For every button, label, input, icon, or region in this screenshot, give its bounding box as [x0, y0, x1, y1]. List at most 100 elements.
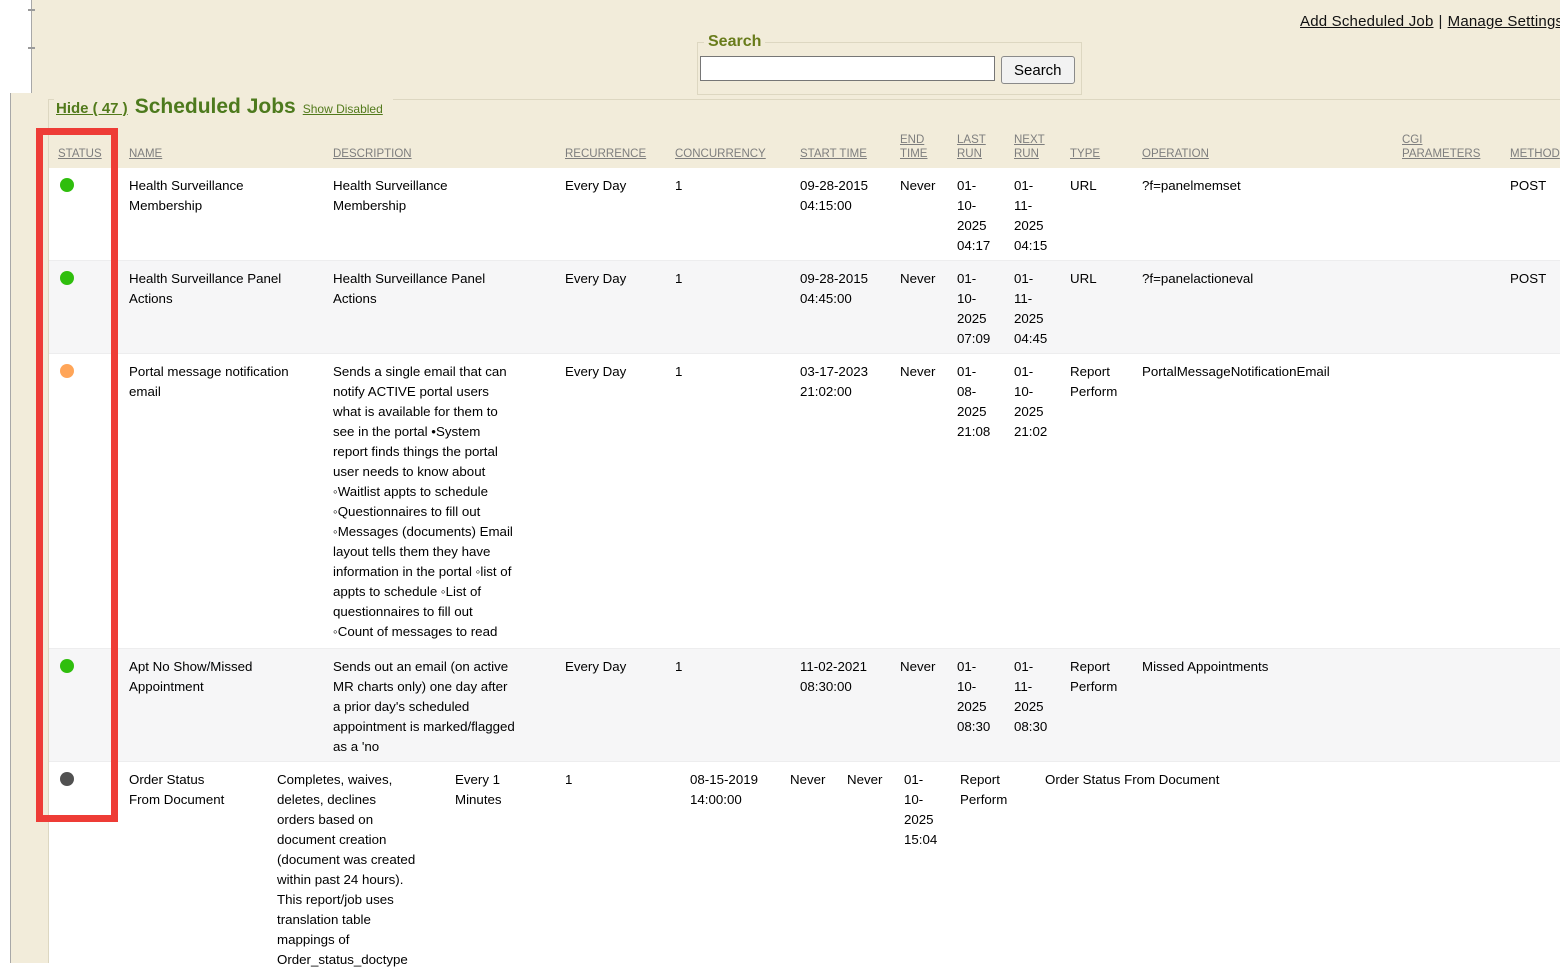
column-header-start-time[interactable]: START TIME [796, 147, 896, 168]
scheduled-jobs-table: STATUS NAME DESCRIPTION RECURRENCE CONCU… [49, 100, 1560, 974]
job-description: Health Surveillance Membership [329, 168, 561, 220]
job-end-time: Never [896, 168, 953, 200]
job-concurrency: 1 [671, 261, 796, 293]
job-next-run: 01-11-2025 08:30 [1010, 649, 1066, 741]
column-header-status[interactable]: STATUS [49, 147, 125, 168]
job-name: Portal message notification email [125, 354, 329, 406]
status-cell [49, 762, 125, 790]
job-concurrency: 1 [671, 168, 796, 200]
column-header-name[interactable]: NAME [125, 147, 329, 168]
column-header-description[interactable]: DESCRIPTION [329, 147, 561, 168]
job-last-run: 01-10-2025 07:09 [953, 261, 1010, 353]
job-recurrence: Every Day [561, 168, 671, 200]
job-name: Health Surveillance Membership [125, 168, 329, 220]
job-name: Order Status From Document [125, 762, 273, 814]
job-name: Apt No Show/Missed Appointment [125, 649, 329, 701]
job-next-run: 01-11-2025 04:45 [1010, 261, 1066, 353]
table-row: Order Status From Document Completes, wa… [49, 761, 1560, 974]
show-disabled-link[interactable]: Show Disabled [303, 102, 383, 116]
search-fieldset: Search Search [697, 33, 1082, 95]
job-method [1506, 649, 1560, 661]
job-last-run: Never [843, 762, 900, 794]
status-cell [49, 261, 125, 289]
job-end-time: Never [896, 261, 953, 293]
job-type: Report Perform [956, 762, 1041, 814]
status-dot-icon [60, 659, 74, 673]
job-cgi-parameters [1398, 261, 1506, 273]
job-next-run: 01-11-2025 04:15 [1010, 168, 1066, 260]
job-next-run: 01-10-2025 15:04 [900, 762, 956, 854]
job-last-run: 01-10-2025 04:17 [953, 168, 1010, 260]
status-dot-icon [60, 178, 74, 192]
column-header-concurrency[interactable]: CONCURRENCY [671, 147, 796, 168]
link-separator: | [1434, 13, 1448, 30]
status-dot-icon [60, 271, 74, 285]
job-end-time: Never [896, 354, 953, 386]
job-description: Sends a single email that can notify ACT… [329, 354, 561, 646]
frame-tick [28, 47, 35, 49]
job-start-time: 11-02-2021 08:30:00 [796, 649, 896, 701]
column-header-method[interactable]: METHOD [1506, 147, 1560, 168]
job-type: Report Perform [1066, 354, 1138, 406]
job-end-time: Never [786, 762, 843, 794]
job-recurrence: Every Day [561, 261, 671, 293]
column-header-type[interactable]: TYPE [1066, 147, 1138, 168]
job-method: POST [1506, 261, 1560, 293]
job-start-time: 08-15-2019 14:00:00 [686, 762, 786, 814]
job-method [1506, 354, 1560, 366]
job-start-time: 03-17-2023 21:02:00 [796, 354, 896, 406]
job-cgi-parameters [1301, 762, 1409, 774]
frame-tick [28, 9, 35, 11]
column-header-cgi-parameters[interactable]: CGI PARAMETERS [1398, 133, 1506, 168]
job-recurrence: Every Day [561, 354, 671, 386]
job-concurrency: 1 [561, 762, 686, 794]
job-type: URL [1066, 261, 1138, 293]
job-operation: Order Status From Document [1041, 762, 1301, 794]
job-concurrency: 1 [671, 649, 796, 681]
job-start-time: 09-28-2015 04:15:00 [796, 168, 896, 220]
job-operation: Missed Appointments [1138, 649, 1398, 681]
add-scheduled-job-link[interactable]: Add Scheduled Job [1300, 13, 1434, 30]
table-row: Apt No Show/Missed Appointment Sends out… [49, 648, 1560, 761]
job-last-run: 01-08-2025 21:08 [953, 354, 1010, 446]
page-title: Scheduled Jobs [135, 95, 296, 119]
table-row: Portal message notification email Sends … [49, 353, 1560, 648]
job-operation: ?f=panelactioneval [1138, 261, 1398, 293]
column-header-recurrence[interactable]: RECURRENCE [561, 147, 671, 168]
manage-settings-link[interactable]: Manage Settings [1448, 13, 1560, 30]
job-cgi-parameters [1398, 354, 1506, 366]
column-header-operation[interactable]: OPERATION [1138, 147, 1398, 168]
table-row: Health Surveillance Panel Actions Health… [49, 260, 1560, 353]
status-cell [49, 354, 125, 382]
status-cell [49, 168, 125, 196]
search-input[interactable] [700, 56, 995, 81]
job-concurrency: 1 [671, 354, 796, 386]
search-legend: Search [704, 33, 765, 51]
job-start-time: 09-28-2015 04:45:00 [796, 261, 896, 313]
table-row: Health Surveillance Membership Health Su… [49, 168, 1560, 260]
job-cgi-parameters [1398, 649, 1506, 661]
column-header-end-time[interactable]: END TIME [896, 133, 953, 168]
job-method: POST [1506, 168, 1560, 200]
hide-count-link[interactable]: Hide ( 47 ) [56, 100, 128, 117]
column-header-last-run[interactable]: LAST RUN [953, 133, 1010, 168]
scheduled-jobs-header: Hide ( 47 ) Scheduled Jobs Show Disabled [54, 95, 393, 121]
job-description: Completes, waives, deletes, declines ord… [273, 762, 451, 974]
job-description: Sends out an email (on active MR charts … [329, 649, 561, 761]
job-recurrence: Every Day [561, 649, 671, 681]
job-last-run: 01-10-2025 08:30 [953, 649, 1010, 741]
job-type: URL [1066, 168, 1138, 200]
column-header-next-run[interactable]: NEXT RUN [1010, 133, 1066, 168]
job-method [1409, 762, 1469, 774]
job-type: Report Perform [1066, 649, 1138, 701]
job-end-time: Never [896, 649, 953, 681]
status-dot-icon [60, 772, 74, 786]
search-button[interactable]: Search [1001, 56, 1075, 84]
job-description: Health Surveillance Panel Actions [329, 261, 561, 313]
job-recurrence: Every 1 Minutes [451, 762, 561, 814]
job-operation: PortalMessageNotificationEmail [1138, 354, 1398, 386]
topbar-links: Add Scheduled Job|Manage Settings [1300, 13, 1560, 30]
job-name: Health Surveillance Panel Actions [125, 261, 329, 313]
table-body: Health Surveillance Membership Health Su… [49, 168, 1560, 974]
table-header-row: STATUS NAME DESCRIPTION RECURRENCE CONCU… [49, 128, 1560, 168]
